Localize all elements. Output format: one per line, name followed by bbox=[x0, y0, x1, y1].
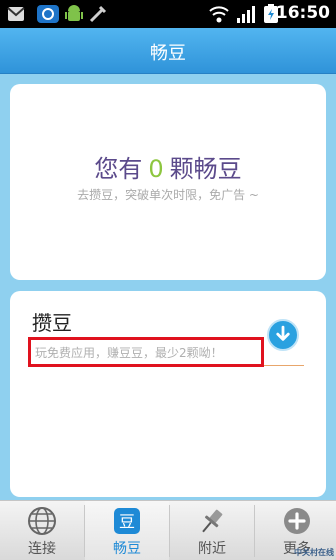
tab-label: 连接 bbox=[28, 541, 56, 557]
bean-tab-icon: 豆 bbox=[114, 508, 140, 534]
bean-count: 0 bbox=[148, 155, 164, 183]
watermark: 中关村在线 bbox=[294, 548, 334, 557]
earn-description-highlight: 玩免费应用，赚豆豆，最少2颗呦！ bbox=[28, 337, 264, 367]
plus-icon bbox=[284, 508, 310, 534]
earn-description: 玩免费应用，赚豆豆，最少2颗呦！ bbox=[35, 346, 223, 360]
bottom-nav: 连接 豆 畅豆 附近 更多 中关村在线 bbox=[0, 500, 336, 560]
bean-suffix: 颗畅豆 bbox=[169, 155, 242, 183]
tab-beans[interactable]: 豆 畅豆 bbox=[85, 501, 169, 560]
earn-title: 攒豆 bbox=[32, 311, 72, 335]
signal-icon bbox=[237, 6, 255, 23]
tab-nearby[interactable]: 附近 bbox=[170, 501, 254, 560]
tab-label: 畅豆 bbox=[113, 541, 141, 557]
download-icon[interactable] bbox=[267, 319, 299, 351]
bean-balance: 您有 0 颗畅豆 bbox=[10, 149, 326, 184]
globe-icon bbox=[28, 507, 56, 535]
clock: 16:50 bbox=[275, 3, 330, 23]
page-title: 畅豆 bbox=[150, 43, 186, 64]
android-icon bbox=[65, 5, 83, 21]
bean-balance-card: 您有 0 颗畅豆 去攒豆，突破单次时限，免广告 ~ bbox=[10, 84, 326, 280]
message-icon bbox=[7, 7, 25, 21]
title-bar: 畅豆 bbox=[0, 28, 336, 74]
bean-subtitle: 去攒豆，突破单次时限，免广告 ~ bbox=[77, 188, 259, 202]
earn-beans-card[interactable]: 攒豆 玩免费应用，赚豆豆，最少2颗呦！ bbox=[10, 291, 326, 497]
tab-connect[interactable]: 连接 bbox=[0, 501, 84, 560]
pushpin-icon bbox=[202, 509, 223, 533]
bean-prefix: 您有 bbox=[94, 155, 143, 183]
status-bar: 16:50 bbox=[0, 0, 336, 28]
tab-label: 附近 bbox=[198, 541, 226, 557]
usb-icon bbox=[89, 5, 107, 23]
svg-text:豆: 豆 bbox=[119, 512, 135, 531]
divider bbox=[264, 365, 304, 366]
app-notification-icon bbox=[37, 5, 59, 23]
wifi-icon bbox=[209, 6, 229, 23]
